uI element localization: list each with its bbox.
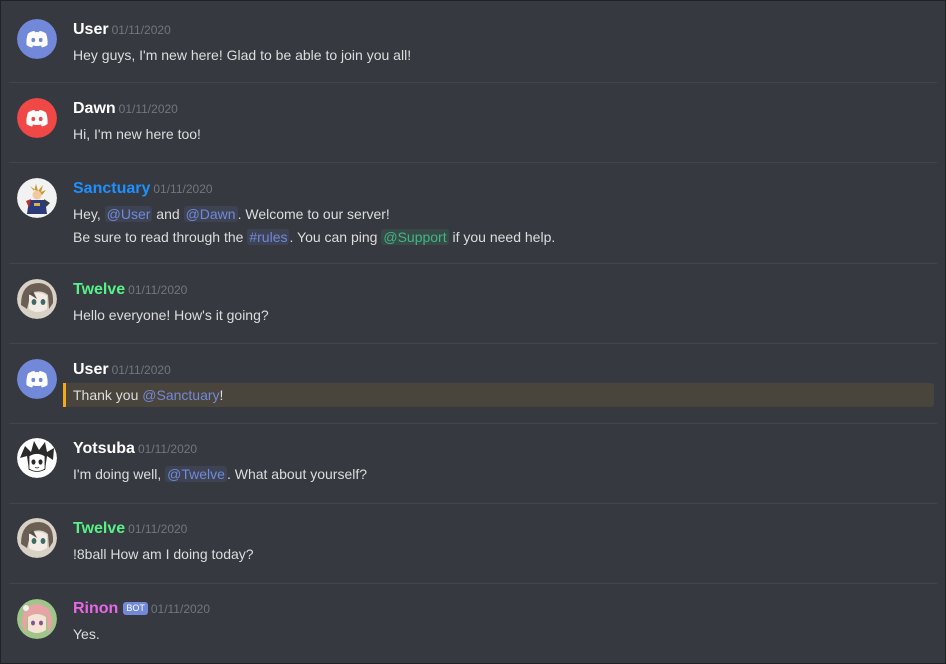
character-avatar <box>17 178 57 218</box>
timestamp: 01/11/2020 <box>111 23 171 37</box>
timestamp: 01/11/2020 <box>137 442 198 456</box>
pink-hair-girl-avatar <box>17 599 57 639</box>
author-name[interactable]: User <box>73 21 109 38</box>
text-segment: . You can ping <box>289 229 382 245</box>
message-header: Twelve 01/11/2020 <box>73 520 187 540</box>
message-text: Yes. <box>73 626 100 642</box>
channel-mention[interactable]: #rules <box>247 229 290 245</box>
timestamp: 01/11/2020 <box>150 602 211 616</box>
text-segment: Be sure to read through the <box>73 229 248 245</box>
message-text: Thank you @Sanctuary! <box>73 386 223 404</box>
divider <box>9 343 937 344</box>
role-mention[interactable]: @Support <box>381 229 449 245</box>
avatar[interactable] <box>17 438 57 478</box>
message-text: !8ball How am I doing today? <box>73 546 254 562</box>
manga-girl-avatar <box>17 438 57 478</box>
text-segment: ! <box>219 387 224 403</box>
divider <box>9 583 937 584</box>
message-header: Sanctuary 01/11/2020 <box>73 180 213 200</box>
avatar[interactable] <box>17 19 57 59</box>
divider <box>9 503 937 504</box>
divider <box>9 263 937 264</box>
user-mention[interactable]: @User <box>104 206 153 222</box>
message-text: Be sure to read through the #rules. You … <box>73 228 555 246</box>
bot-tag: BOT <box>123 602 148 615</box>
text-segment: . What about yourself? <box>226 466 368 482</box>
author-name[interactable]: Dawn <box>73 100 116 117</box>
text-segment: Hey, <box>73 206 105 222</box>
message-text: Hey, @User and @Dawn. Welcome to our ser… <box>73 205 390 223</box>
text-segment: I'm doing well, <box>73 466 166 482</box>
discord-blurple-icon <box>17 359 57 399</box>
message-header: Rinon BOT 01/11/2020 <box>73 600 210 620</box>
message-header: Yotsuba 01/11/2020 <box>73 440 197 460</box>
message-header: User 01/11/2020 <box>73 361 171 381</box>
author-name[interactable]: Twelve <box>73 281 125 298</box>
discord-blurple-icon <box>17 19 57 59</box>
timestamp: 01/11/2020 <box>118 102 178 116</box>
timestamp: 01/11/2020 <box>128 522 188 536</box>
message-text: I'm doing well, @Twelve. What about your… <box>73 465 367 483</box>
author-name[interactable]: Twelve <box>73 520 125 537</box>
message-header: Dawn 01/11/2020 <box>73 100 178 120</box>
divider <box>9 82 937 83</box>
author-name[interactable]: Yotsuba <box>73 440 135 457</box>
avatar[interactable] <box>17 98 57 138</box>
author-name[interactable]: User <box>73 361 109 378</box>
user-mention[interactable]: @Twelve <box>165 466 227 482</box>
message-header: User 01/11/2020 <box>73 21 171 41</box>
avatar[interactable] <box>17 178 57 218</box>
text-segment: Thank you <box>73 387 143 403</box>
timestamp: 01/11/2020 <box>128 283 188 297</box>
anime-girl-avatar <box>17 518 57 558</box>
message-text: Hey guys, I'm new here! Glad to be able … <box>73 47 412 63</box>
author-name[interactable]: Rinon <box>73 600 118 617</box>
divider <box>9 162 937 163</box>
avatar[interactable] <box>17 279 57 319</box>
avatar[interactable] <box>17 518 57 558</box>
message-list: User 01/11/2020 Hey guys, I'm new here! G… <box>0 0 946 664</box>
divider <box>9 423 937 424</box>
timestamp: 01/11/2020 <box>111 363 171 377</box>
timestamp: 01/11/2020 <box>153 182 213 196</box>
avatar[interactable] <box>17 599 57 639</box>
text-segment: . Welcome to our server! <box>237 206 390 222</box>
user-mention[interactable]: @Sanctuary <box>142 387 219 403</box>
avatar[interactable] <box>17 359 57 399</box>
user-mention[interactable]: @Dawn <box>183 206 238 222</box>
discord-red-icon <box>17 98 57 138</box>
message-header: Twelve 01/11/2020 <box>73 281 187 301</box>
text-segment: and <box>152 206 184 222</box>
author-name[interactable]: Sanctuary <box>73 180 150 197</box>
message-text: Hi, I'm new here too! <box>73 126 201 142</box>
message-text: Hello everyone! How's it going? <box>73 307 269 323</box>
anime-girl-avatar <box>17 279 57 319</box>
text-segment: if you need help. <box>448 229 556 245</box>
